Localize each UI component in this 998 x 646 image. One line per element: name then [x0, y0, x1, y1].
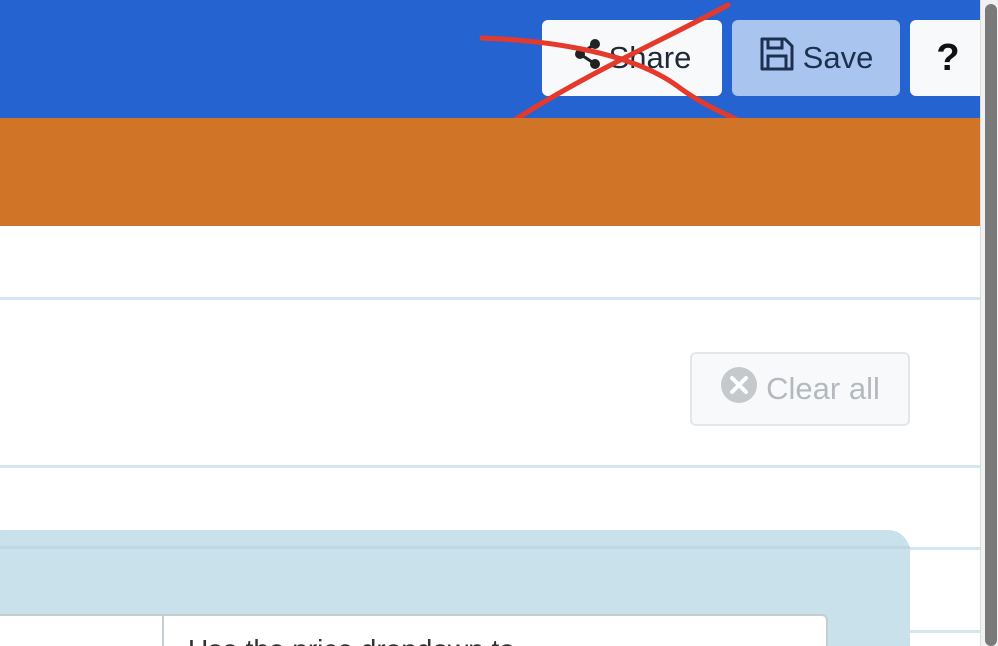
share-button-label: Share	[608, 40, 692, 75]
section-divider	[0, 465, 980, 468]
section-divider	[0, 297, 980, 300]
info-card-divider	[162, 616, 164, 646]
share-button[interactable]: Share	[542, 20, 722, 96]
close-circle-icon	[720, 366, 758, 412]
clear-all-button[interactable]: Clear all	[690, 352, 910, 426]
info-card-text: Use the price dropdown to	[188, 634, 515, 646]
save-button[interactable]: Save	[732, 20, 900, 96]
floppy-disk-icon	[759, 36, 795, 80]
app-page: Share Save ? Clear all	[0, 0, 998, 646]
save-button-label: Save	[802, 40, 874, 75]
info-card: Use the price dropdown to	[0, 614, 828, 646]
scrollbar-thumb[interactable]	[985, 4, 997, 646]
clear-all-label: Clear all	[766, 371, 880, 406]
help-button-label: ?	[936, 36, 960, 79]
status-banner	[0, 118, 980, 226]
info-panel-divider	[0, 546, 910, 549]
help-button[interactable]: ?	[910, 20, 986, 96]
share-icon	[573, 38, 603, 78]
